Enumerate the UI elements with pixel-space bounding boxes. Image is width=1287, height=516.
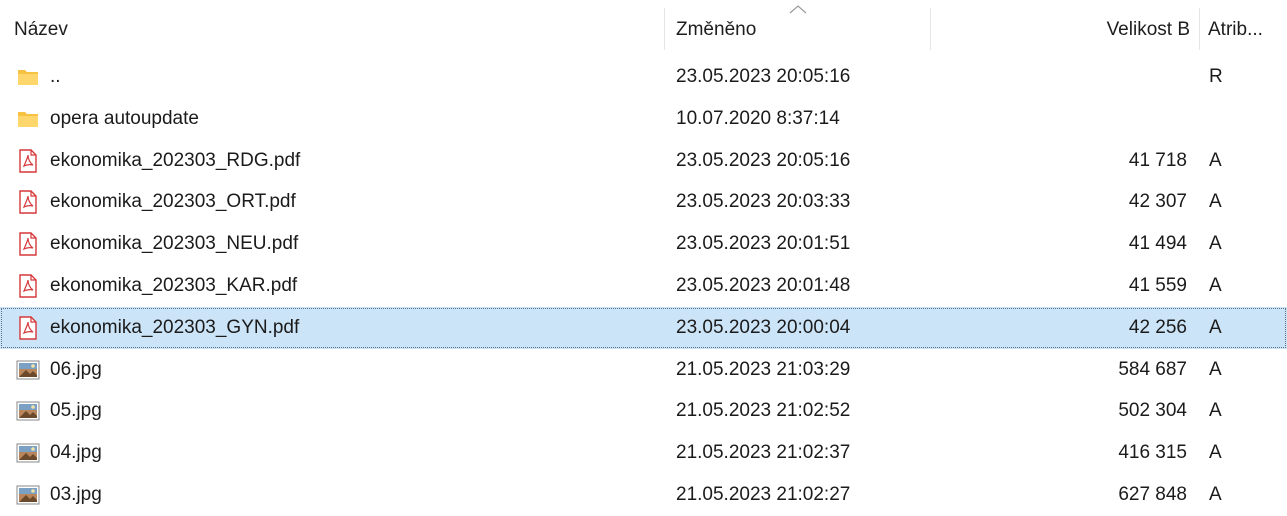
column-header-bar: Název Změněno Velikost B Atrib... xyxy=(0,0,1287,56)
file-attributes: A xyxy=(1209,358,1222,380)
file-name: ekonomika_202303_ORT.pdf xyxy=(50,191,296,213)
pdf-file-icon xyxy=(16,190,40,215)
file-name: ekonomika_202303_NEU.pdf xyxy=(50,233,299,255)
file-row[interactable]: ekonomika_202303_RDG.pdf 23.05.2023 20:05… xyxy=(0,140,1287,182)
file-size: 42 256 xyxy=(1128,316,1187,338)
file-row[interactable]: 04.jpg 21.05.2023 21:02:37 416 315 A xyxy=(0,432,1287,474)
file-name: 06.jpg xyxy=(50,358,102,380)
file-modified: 10.07.2020 8:37:14 xyxy=(676,107,840,129)
column-header-attributes[interactable]: Atrib... xyxy=(1208,19,1263,41)
file-row[interactable]: ekonomika_202303_KAR.pdf 23.05.2023 20:01… xyxy=(0,265,1287,307)
column-header-modified[interactable]: Změněno xyxy=(676,19,756,41)
file-attributes: A xyxy=(1209,400,1222,422)
file-size: 41 494 xyxy=(1128,233,1187,255)
file-modified: 23.05.2023 20:00:04 xyxy=(676,316,851,338)
pdf-file-icon xyxy=(16,232,40,256)
file-attributes: A xyxy=(1209,149,1222,171)
file-modified: 23.05.2023 20:01:51 xyxy=(676,233,851,255)
file-attributes: A xyxy=(1209,233,1222,255)
file-size: 584 687 xyxy=(1118,358,1187,380)
file-modified: 23.05.2023 20:05:16 xyxy=(676,66,851,87)
file-modified: 23.05.2023 20:01:48 xyxy=(676,275,851,296)
column-divider[interactable] xyxy=(1199,8,1200,50)
image-file-icon xyxy=(16,399,40,423)
file-size: 416 315 xyxy=(1118,442,1187,464)
file-name: opera autoupdate xyxy=(50,107,199,129)
image-file-icon xyxy=(16,358,40,382)
file-modified: 21.05.2023 21:02:27 xyxy=(676,484,851,505)
file-attributes: A xyxy=(1209,442,1222,464)
file-name: ekonomika_202303_GYN.pdf xyxy=(50,316,300,338)
file-size: 502 304 xyxy=(1118,400,1187,422)
file-name: ekonomika_202303_RDG.pdf xyxy=(50,149,301,171)
file-attributes: A xyxy=(1209,316,1222,338)
file-modified: 21.05.2023 21:02:37 xyxy=(676,442,851,464)
column-divider[interactable] xyxy=(664,8,665,50)
file-name: 04.jpg xyxy=(50,442,102,464)
file-attributes: A xyxy=(1209,484,1222,505)
column-divider[interactable] xyxy=(930,8,931,50)
pdf-file-icon xyxy=(16,316,40,340)
file-name: .. xyxy=(50,66,61,87)
sort-ascending-icon xyxy=(789,5,807,14)
file-name: ekonomika_202303_KAR.pdf xyxy=(50,275,298,296)
file-size: 627 848 xyxy=(1118,484,1187,505)
image-file-icon xyxy=(16,483,40,507)
pdf-file-icon xyxy=(16,148,40,173)
image-file-icon xyxy=(16,441,40,465)
file-name: 03.jpg xyxy=(50,484,102,505)
file-row[interactable]: 03.jpg 21.05.2023 21:02:27 627 848 A xyxy=(0,474,1287,516)
column-header-size[interactable]: Velikost B xyxy=(1107,19,1190,41)
file-modified: 21.05.2023 21:02:52 xyxy=(676,400,851,422)
parent-folder-icon xyxy=(16,65,40,89)
file-row[interactable]: .. 23.05.2023 20:05:16 R xyxy=(0,56,1287,98)
pdf-file-icon xyxy=(16,274,40,298)
folder-icon xyxy=(16,107,40,131)
column-header-name[interactable]: Název xyxy=(14,19,68,41)
file-row[interactable]: opera autoupdate 10.07.2020 8:37:14 xyxy=(0,98,1287,140)
file-name: 05.jpg xyxy=(50,400,102,422)
file-row[interactable]: ekonomika_202303_ORT.pdf 23.05.2023 20:03… xyxy=(0,181,1287,223)
file-attributes: A xyxy=(1209,275,1222,296)
file-row[interactable]: ekonomika_202303_NEU.pdf 23.05.2023 20:01… xyxy=(0,223,1287,265)
file-row[interactable]: 06.jpg 21.05.2023 21:03:29 584 687 A xyxy=(0,349,1287,391)
file-modified: 21.05.2023 21:03:29 xyxy=(676,358,851,380)
file-row[interactable]: 05.jpg 21.05.2023 21:02:52 502 304 A xyxy=(0,390,1287,432)
file-attributes: A xyxy=(1209,191,1222,213)
file-size: 41 718 xyxy=(1128,149,1187,171)
file-size: 42 307 xyxy=(1128,191,1187,213)
file-size: 41 559 xyxy=(1128,275,1187,296)
file-modified: 23.05.2023 20:05:16 xyxy=(676,149,851,171)
file-attributes: R xyxy=(1209,66,1223,87)
file-modified: 23.05.2023 20:03:33 xyxy=(676,191,851,213)
file-row[interactable]: ekonomika_202303_GYN.pdf 23.05.2023 20:00… xyxy=(0,306,1287,349)
